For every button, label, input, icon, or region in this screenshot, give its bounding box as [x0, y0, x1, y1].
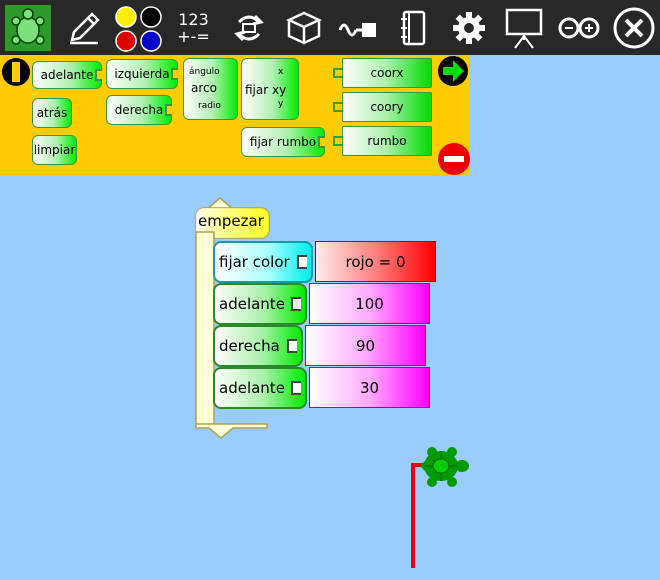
close-icon[interactable]: [606, 0, 660, 55]
connector-icon: [291, 297, 301, 311]
setcolor-value: rojo = 0: [345, 252, 406, 271]
forward-value-1-text: 100: [355, 294, 384, 313]
operators-label: +-=: [177, 26, 210, 46]
block-arc-radius-label: radio: [198, 101, 221, 111]
start-block-label: empezar: [198, 212, 264, 230]
arduino-icon[interactable]: [551, 0, 606, 55]
block-plug: [333, 102, 343, 112]
block-arc-angle-label: ángulo: [189, 67, 220, 77]
box-icon[interactable]: [276, 0, 331, 55]
palette-collapse-icon[interactable]: [1, 57, 31, 91]
block-arc-label: arco: [191, 81, 217, 95]
connector-icon: [297, 255, 307, 269]
turtle-icon[interactable]: [412, 444, 474, 490]
block-back-label: atrás: [36, 106, 68, 120]
pen-icon[interactable]: [56, 0, 111, 55]
block-notch: [171, 68, 178, 80]
block-right-label: derecha: [114, 103, 164, 117]
block-left[interactable]: izquierda: [106, 59, 178, 89]
next-palette-icon[interactable]: [437, 55, 469, 91]
forward-value-1[interactable]: 100: [309, 283, 430, 324]
block-heading-label: rumbo: [367, 134, 407, 148]
turtle-logo-icon[interactable]: [0, 0, 55, 55]
block-notch: [165, 104, 172, 116]
block-setheading-label: fijar rumbo: [249, 135, 317, 149]
flow-icon[interactable]: [221, 0, 276, 55]
block-notch: [95, 69, 102, 81]
block-heading[interactable]: rumbo: [333, 126, 432, 156]
block-plug: [333, 136, 343, 146]
block-forward[interactable]: adelante: [32, 61, 102, 89]
right-value[interactable]: 90: [305, 325, 426, 366]
sensors-icon[interactable]: [331, 0, 386, 55]
block-xcor-label: coorx: [370, 66, 404, 80]
setcolor-label: fijar color: [219, 253, 290, 271]
presentation-icon[interactable]: [496, 0, 551, 55]
block-back[interactable]: atrás: [32, 98, 72, 128]
gear-icon[interactable]: [441, 0, 496, 55]
block-palette: adelante atrás limpiar izquierda derecha…: [0, 55, 470, 175]
setcolor-value-block[interactable]: rojo = 0: [315, 241, 436, 282]
block-arc[interactable]: ángulo arco radio: [183, 58, 238, 120]
colors-icon[interactable]: [111, 0, 166, 55]
block-setxy-label: fijar xy: [245, 83, 287, 97]
remove-icon[interactable]: [437, 142, 471, 180]
notebook-icon[interactable]: [386, 0, 441, 55]
block-setxy-y-label: y: [278, 99, 284, 109]
right-block-label: derecha: [219, 337, 280, 355]
block-setxy-x-label: x: [278, 67, 284, 77]
block-xcor[interactable]: coorx: [333, 58, 432, 88]
forward-block-1-label: adelante: [219, 295, 285, 313]
block-forward-label: adelante: [40, 68, 94, 82]
numbers-palette-button[interactable]: 123 +-=: [166, 0, 221, 55]
right-value-text: 90: [355, 336, 376, 355]
block-ycor-label: coory: [370, 100, 404, 114]
forward-value-2[interactable]: 30: [309, 367, 430, 408]
block-clear[interactable]: limpiar: [32, 135, 77, 165]
forward-block-2-label: adelante: [219, 379, 285, 397]
connector-icon: [287, 339, 297, 353]
connector-icon: [291, 381, 301, 395]
block-ycor[interactable]: coory: [333, 92, 432, 122]
block-right[interactable]: derecha: [106, 95, 172, 125]
numbers-label: 123: [178, 9, 209, 29]
block-setheading[interactable]: fijar rumbo: [241, 127, 325, 157]
main-toolbar: 123 +-=: [0, 0, 660, 55]
block-plug: [333, 68, 343, 78]
block-left-label: izquierda: [114, 67, 170, 81]
block-clear-label: limpiar: [33, 143, 76, 157]
block-notch: [318, 136, 325, 148]
forward-value-2-text: 30: [359, 378, 380, 397]
block-setxy[interactable]: x fijar xy y: [241, 58, 299, 120]
